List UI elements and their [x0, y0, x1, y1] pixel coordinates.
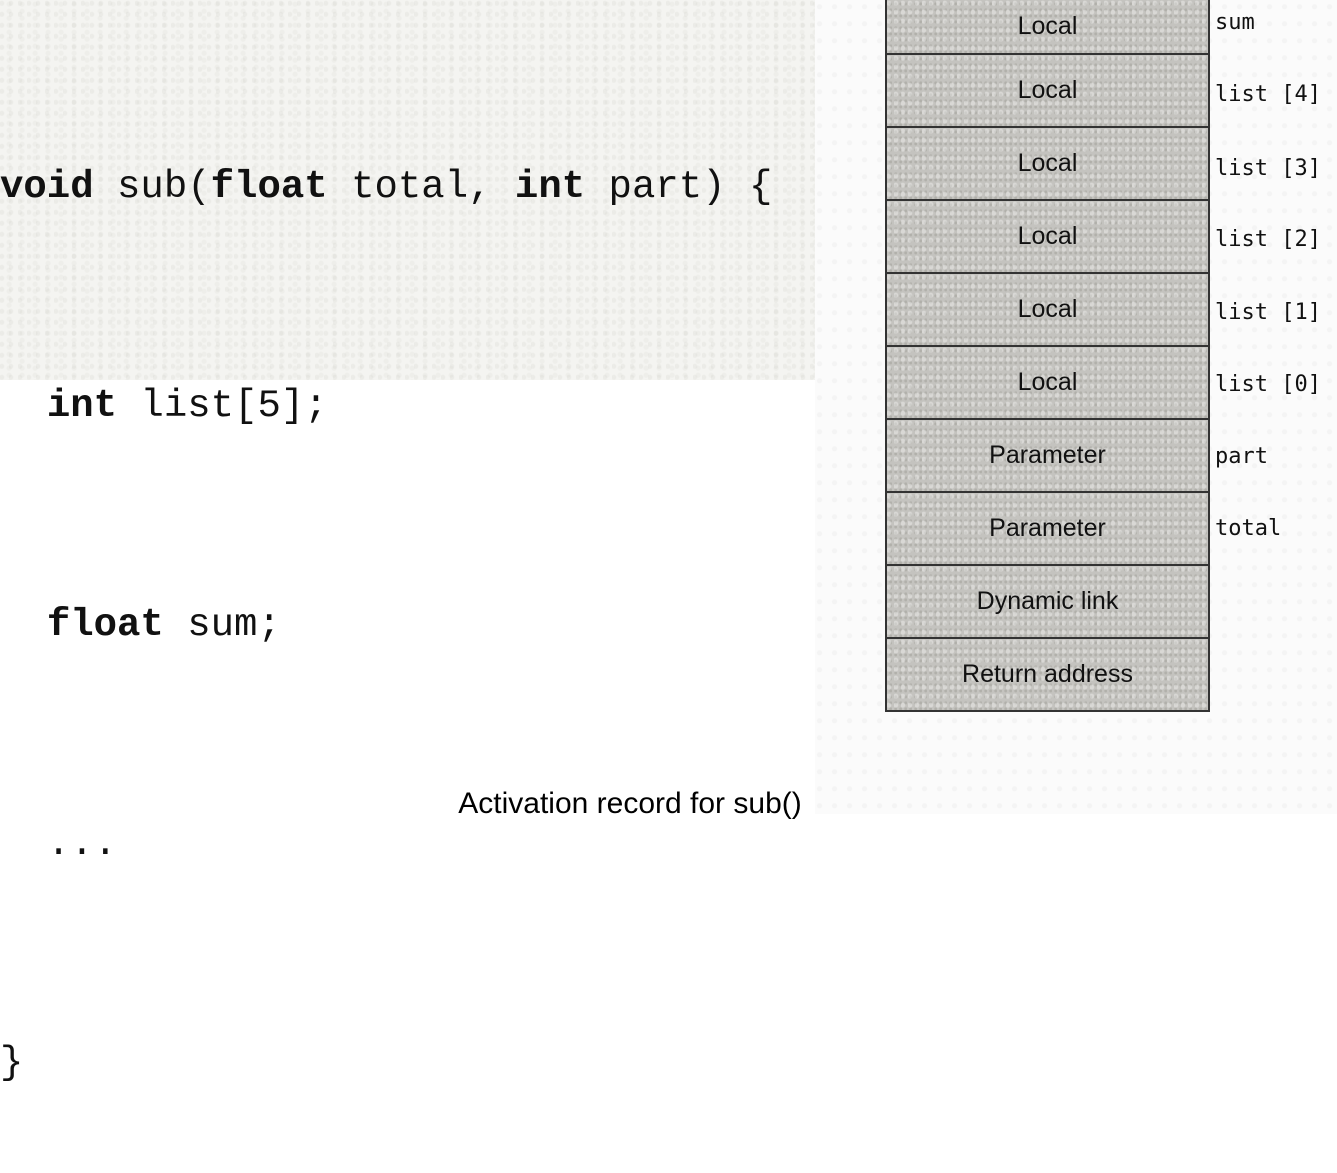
stack-cell-local: Local: [887, 345, 1208, 418]
code-text: sum;: [163, 603, 281, 647]
code-line-3: float sum;: [0, 589, 772, 662]
code-line-5: }: [0, 1027, 772, 1100]
stack-cell-parameter: Parameter: [887, 418, 1208, 491]
var-label-list-0: list [0]: [1215, 372, 1321, 397]
var-label-sum: sum: [1215, 10, 1255, 35]
code-text: sub(: [93, 165, 211, 209]
var-label-list-3: list [3]: [1215, 156, 1321, 181]
var-label-list-2: list [2]: [1215, 227, 1321, 252]
stack-cell-local: Local: [887, 272, 1208, 345]
figure-caption: Activation record for sub(): [458, 787, 802, 820]
keyword: float: [46, 603, 164, 647]
code-line-1: void sub(float total, int part) {: [0, 151, 772, 224]
keyword: int: [46, 384, 118, 428]
keyword: int: [514, 165, 586, 209]
code-text: part) {: [585, 165, 773, 209]
activation-record-stack: Local Local Local Local Local Local Para…: [885, 0, 1210, 712]
code-text: list[5];: [117, 384, 328, 428]
keyword: void: [0, 165, 94, 209]
stack-cell-local: Local: [887, 53, 1208, 126]
keyword: float: [210, 165, 328, 209]
stack-cell-local: Local: [887, 0, 1208, 53]
stack-cell-local: Local: [887, 126, 1208, 199]
code-ellipsis: ...: [46, 822, 118, 866]
stack-cell-local: Local: [887, 199, 1208, 272]
var-label-total: total: [1215, 516, 1282, 541]
var-label-list-1: list [1]: [1215, 300, 1321, 325]
stack-cell-return-address: Return address: [887, 637, 1208, 710]
code-snippet: void sub(float total, int part) { int li…: [0, 0, 772, 1173]
var-label-list-4: list [4]: [1215, 82, 1321, 107]
stack-cell-dynamic-link: Dynamic link: [887, 564, 1208, 637]
var-label-part: part: [1215, 444, 1268, 469]
code-closing-brace: }: [0, 1041, 24, 1085]
code-line-2: int list[5];: [0, 370, 772, 443]
code-text: total,: [327, 165, 515, 209]
stack-cell-parameter: Parameter: [887, 491, 1208, 564]
